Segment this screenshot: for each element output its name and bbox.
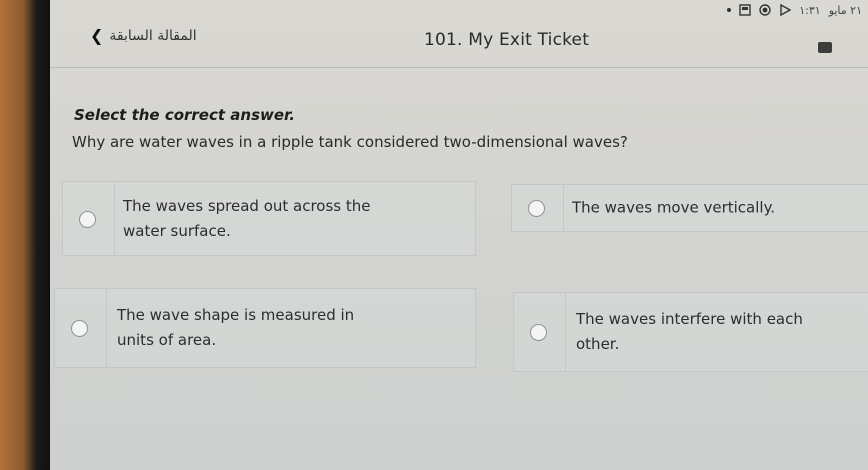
answer-option-label: The waves move vertically. <box>572 198 776 217</box>
answer-option-label: The waves interfere with each other. <box>576 310 803 353</box>
keyboard-icon[interactable] <box>818 42 832 53</box>
status-time: ١:٣١ <box>799 3 821 17</box>
quiz-instruction: Select the correct answer. <box>74 106 295 124</box>
quiz-question: Why are water waves in a ripple tank con… <box>72 133 628 151</box>
radio-button[interactable] <box>79 210 96 228</box>
radio-cell <box>63 182 115 255</box>
status-date: ٢١ مايو <box>828 3 862 17</box>
play-icon <box>780 4 792 16</box>
answer-option-d[interactable]: The waves interfere with each other. <box>513 292 868 372</box>
radio-cell <box>514 293 566 371</box>
notification-dot <box>727 8 732 12</box>
app-screen: ١:٣١ ٢١ مايو ❮ المقالة السابقة 101. My E… <box>50 0 868 470</box>
answer-option-label: The wave shape is measured in units of a… <box>117 306 355 349</box>
chevron-left-icon: ❮ <box>90 26 104 45</box>
answer-option-b[interactable]: The waves move vertically. <box>511 184 868 232</box>
page-title: 101. My Exit Ticket <box>424 30 590 50</box>
back-to-previous-article[interactable]: ❮ المقالة السابقة <box>90 26 197 45</box>
top-header: ❮ المقالة السابقة 101. My Exit Ticket <box>50 22 868 68</box>
back-label: المقالة السابقة <box>109 27 197 44</box>
answer-option-label: The waves spread out across the water su… <box>123 196 371 240</box>
gallery-icon <box>739 4 751 16</box>
radio-button[interactable] <box>528 200 545 217</box>
radio-cell <box>55 289 107 367</box>
radio-button[interactable] <box>530 324 547 341</box>
record-icon <box>759 4 771 16</box>
radio-button[interactable] <box>71 320 88 337</box>
radio-cell <box>512 185 564 231</box>
answer-option-a[interactable]: The waves spread out across the water su… <box>62 181 476 256</box>
status-bar: ١:٣١ ٢١ مايو <box>727 2 862 18</box>
device-bezel <box>0 0 52 470</box>
answer-option-c[interactable]: The wave shape is measured in units of a… <box>54 288 476 368</box>
